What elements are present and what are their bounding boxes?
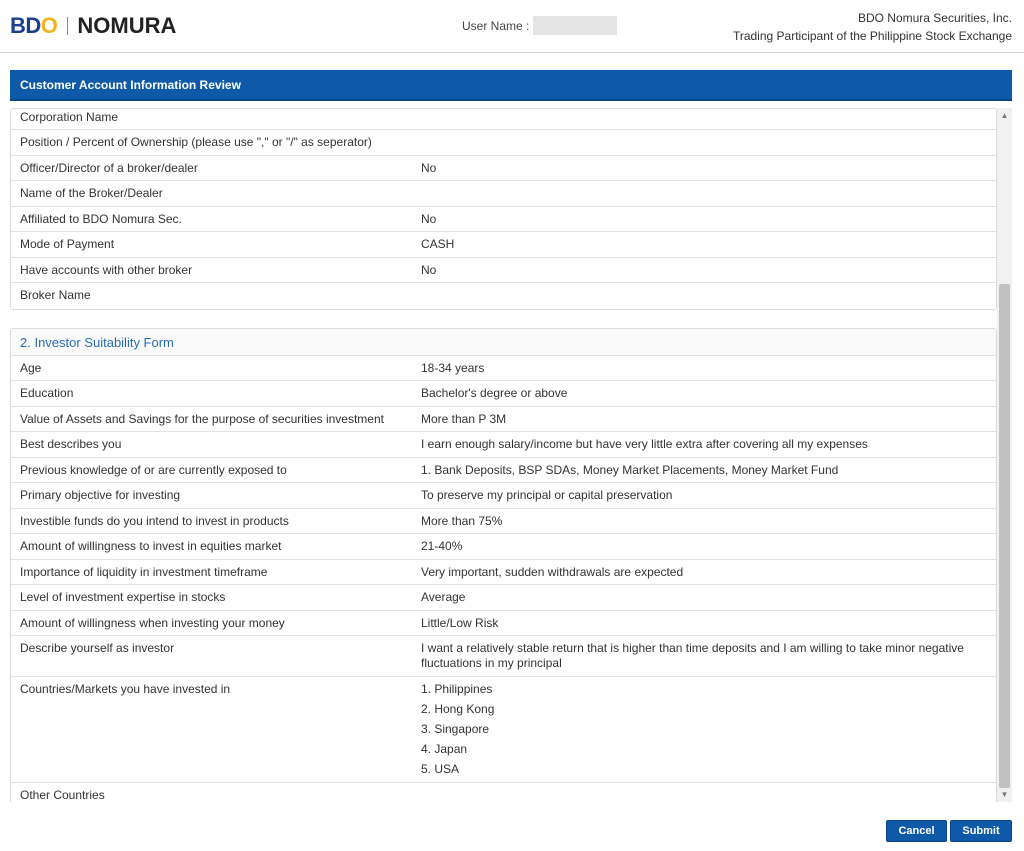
table-row: Amount of willingness when investing you… [11, 611, 996, 636]
list-item: 4. Japan [421, 742, 468, 756]
row-label: Describe yourself as investor [20, 641, 175, 655]
row-label: Importance of liquidity in investment ti… [20, 564, 268, 579]
row-label: Education [20, 386, 74, 400]
review-scroll-area[interactable]: Corporation Name Position / Percent of O… [10, 108, 1014, 802]
row-label: Other Countries [20, 788, 105, 802]
table-row: Name of the Broker/Dealer [11, 181, 996, 207]
logo-nomura: NOMURA [77, 13, 177, 38]
company-tagline: Trading Participant of the Philippine St… [732, 29, 1012, 43]
row-label: Previous knowledge of or are currently e… [20, 462, 287, 477]
row-label: Name of the Broker/Dealer [20, 186, 163, 200]
row-value: No [421, 211, 437, 226]
table-row: Level of investment expertise in stocks A… [11, 585, 996, 611]
section-title: 2. Investor Suitability Form [11, 328, 996, 356]
table-row: Mode of Payment CASH [11, 232, 996, 258]
user-name-label: User Name : [462, 18, 530, 33]
table-row: Other Countries [11, 783, 996, 802]
user-name-value-redacted [533, 16, 618, 35]
scrollbar-thumb[interactable] [999, 284, 1010, 788]
table-row: Investible funds do you intend to invest… [11, 509, 996, 534]
table-row: Education Bachelor's degree or above [11, 381, 996, 407]
row-label: Age [20, 360, 42, 375]
table-row: Affiliated to BDO Nomura Sec. No [11, 207, 996, 232]
row-label: Value of Assets and Savings for the purp… [20, 411, 384, 426]
row-label: Officer/Director of a broker/dealer [20, 160, 198, 175]
row-label: Corporation Name [20, 110, 119, 124]
table-row: Broker Name [11, 283, 996, 309]
row-value-list: 1. Philippines 2. Hong Kong 3. Singapore… [421, 677, 996, 782]
bdo-nomura-logo: BDO NOMURA [10, 13, 177, 39]
row-label: Best describes you [20, 437, 122, 451]
row-value: Very important, sudden withdrawals are e… [421, 564, 684, 579]
logo-divider [67, 17, 69, 35]
row-value [421, 181, 996, 206]
table-row: Importance of liquidity in investment ti… [11, 560, 996, 585]
row-value [421, 130, 996, 155]
table-row: Age 18-34 years [11, 356, 996, 381]
row-label: Investible funds do you intend to invest… [20, 513, 289, 528]
logo-bdo-d: D [25, 13, 41, 38]
table-row: Describe yourself as investor I want a re… [11, 636, 996, 677]
row-label: Amount of willingness to invest in equit… [20, 539, 282, 553]
row-label: Amount of willingness when investing you… [20, 615, 285, 630]
user-name-display: User Name : [462, 16, 618, 35]
app-header: BDO NOMURA User Name : BDO Nomura Securi… [0, 0, 1024, 53]
panel-title: Customer Account Information Review [10, 70, 1012, 101]
row-label: Countries/Markets you have invested in [20, 682, 231, 696]
row-value: Little/Low Risk [421, 615, 499, 630]
row-value: Average [421, 590, 466, 604]
row-value: 1. Bank Deposits, BSP SDAs, Money Market… [421, 462, 839, 477]
row-label: Have accounts with other broker [20, 262, 193, 277]
cancel-button[interactable]: Cancel [886, 820, 947, 842]
submit-button[interactable]: Submit [950, 820, 1012, 842]
table-row: Amount of willingness to invest in equit… [11, 534, 996, 560]
row-value [421, 783, 996, 802]
company-name: BDO Nomura Securities, Inc. [857, 11, 1012, 25]
row-value: Bachelor's degree or above [421, 386, 568, 400]
section-account-details: Corporation Name Position / Percent of O… [10, 108, 997, 310]
logo-bdo-o: O [40, 13, 58, 38]
table-row: Best describes you I earn enough salary/i… [11, 432, 996, 458]
logo-bdo-b: B [10, 13, 26, 38]
scroll-up-arrow-icon[interactable]: ▲ [997, 108, 1012, 123]
row-value: I want a relatively stable return that i… [421, 641, 964, 670]
table-row: Have accounts with other broker No [11, 258, 996, 283]
row-label: Broker Name [20, 288, 91, 302]
row-value: I earn enough salary/income but have ver… [421, 437, 868, 451]
table-row: Position / Percent of Ownership (please … [11, 130, 996, 156]
table-row: Countries/Markets you have invested in 1… [11, 677, 996, 783]
table-row: Officer/Director of a broker/dealer No [11, 156, 996, 181]
table-row: Primary objective for investing To preser… [11, 483, 996, 509]
row-value: No [421, 262, 437, 277]
row-label: Affiliated to BDO Nomura Sec. [20, 211, 182, 226]
logo-bdo: BDO [10, 13, 58, 39]
table-row: Corporation Name [11, 109, 996, 130]
list-item: 2. Hong Kong [421, 702, 495, 716]
company-info: BDO Nomura Securities, Inc. Trading Part… [733, 9, 1012, 45]
row-value: More than P 3M [421, 411, 507, 426]
row-value: More than 75% [421, 513, 503, 528]
list-item: 5. USA [421, 762, 460, 776]
row-value: 21-40% [421, 539, 463, 553]
review-content: Corporation Name Position / Percent of O… [10, 108, 997, 802]
row-value: 18-34 years [421, 360, 485, 375]
section-investor-suitability: 2. Investor Suitability Form Age 18-34 ye… [10, 327, 997, 802]
row-value [421, 109, 996, 129]
row-value: CASH [421, 237, 455, 251]
list-item: 3. Singapore [421, 722, 490, 736]
row-value: To preserve my principal or capital pres… [421, 488, 673, 502]
row-label: Position / Percent of Ownership (please … [20, 135, 372, 149]
row-label: Level of investment expertise in stocks [20, 590, 226, 604]
row-value: No [421, 160, 437, 175]
row-value [421, 283, 996, 309]
vertical-scrollbar[interactable]: ▲ ▼ [997, 108, 1012, 802]
row-label: Mode of Payment [20, 237, 115, 251]
table-row: Previous knowledge of or are currently e… [11, 458, 996, 483]
scroll-down-arrow-icon[interactable]: ▼ [997, 787, 1012, 802]
table-row: Value of Assets and Savings for the purp… [11, 407, 996, 432]
list-item: 1. Philippines [421, 682, 493, 696]
row-label: Primary objective for investing [20, 488, 181, 502]
